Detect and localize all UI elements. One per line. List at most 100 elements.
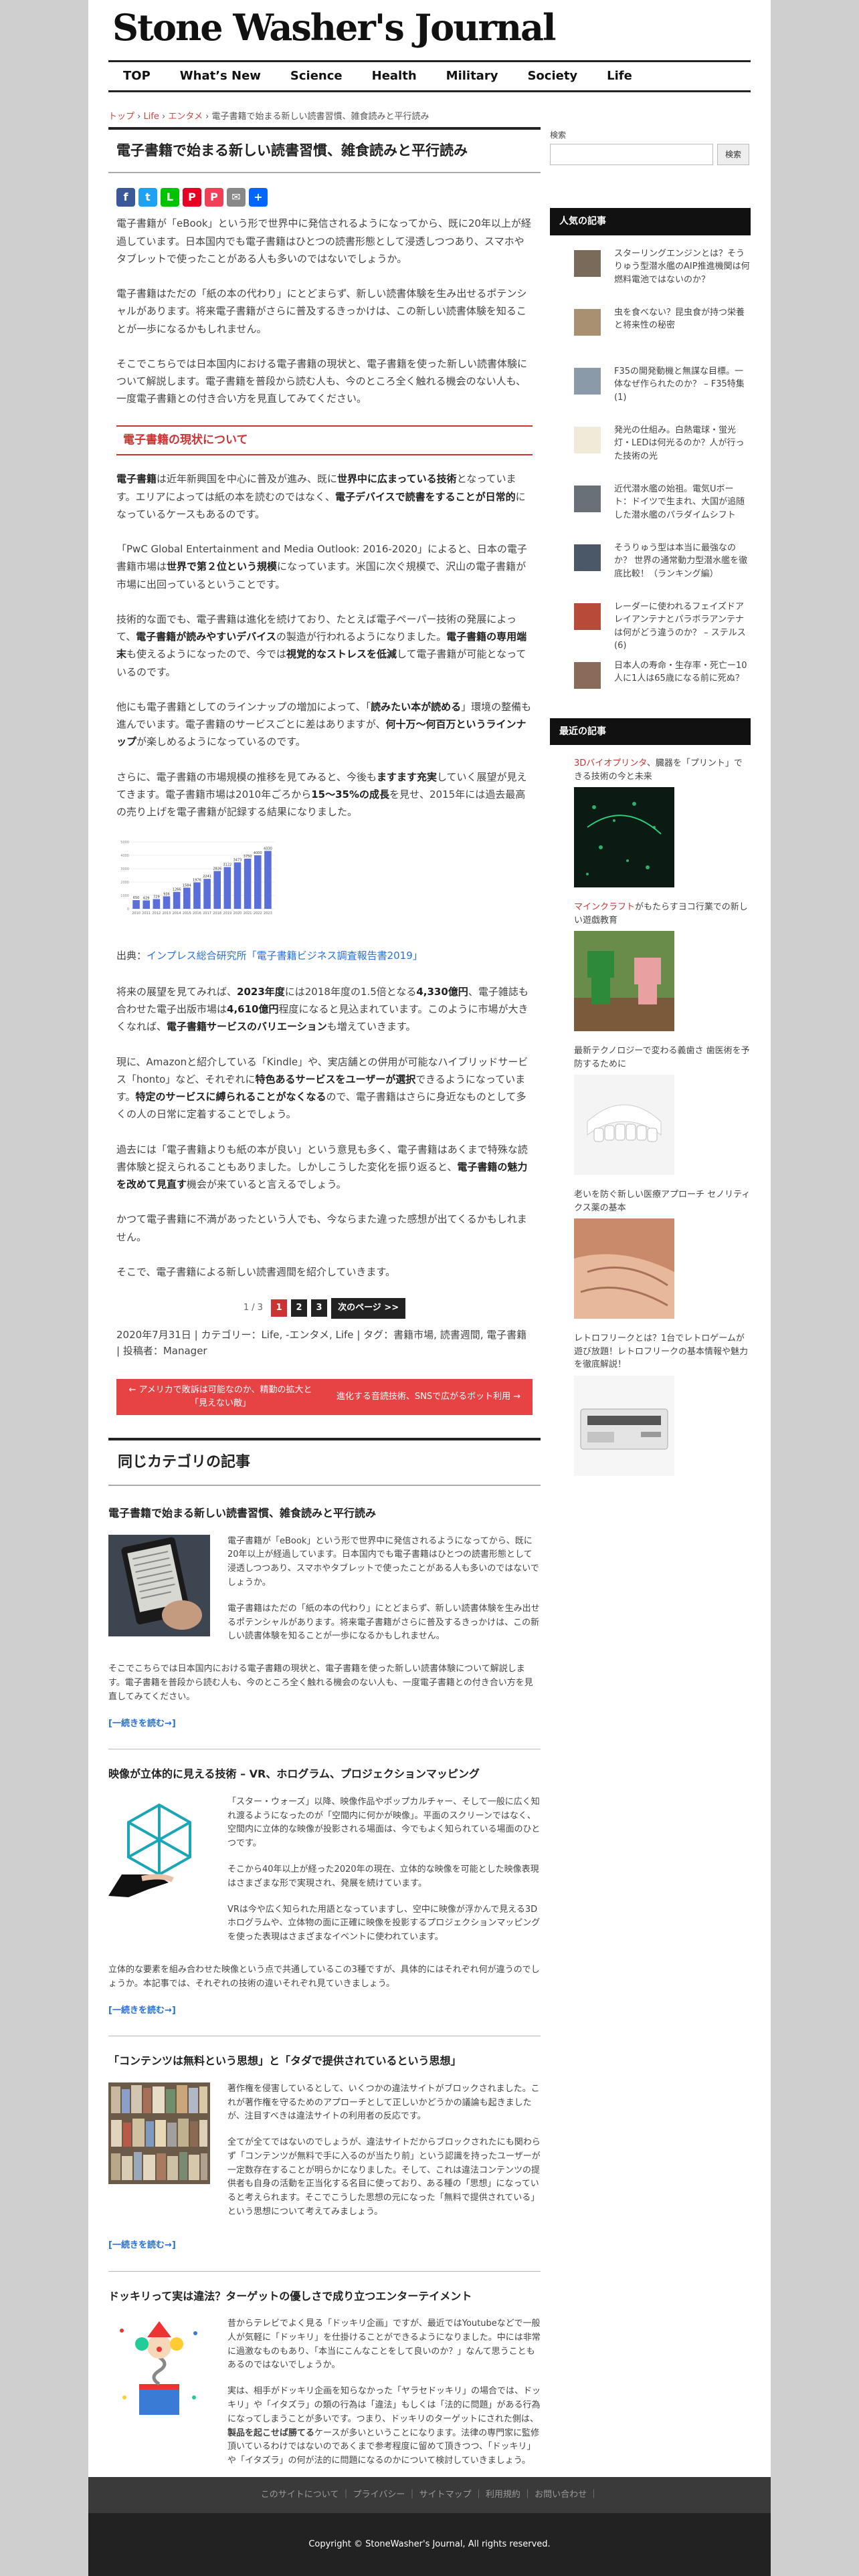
popular-item[interactable]: 虫を食べない？昆虫食が持つ栄養と将来性の秘密 — [550, 306, 751, 349]
more-share-icon[interactable]: + — [249, 188, 268, 207]
footer-links[interactable]: このサイトについて ｜ プライバシー ｜ サイトマップ ｜ 利用規約 ｜ お問い… — [88, 2477, 771, 2513]
facebook-share-icon[interactable]: f — [116, 188, 135, 207]
page-3-button[interactable]: 3 — [311, 1299, 328, 1317]
post-categories[interactable]: カテゴリー：Life, -エンタメ, Life — [201, 1329, 353, 1341]
bioprinter-image[interactable] — [574, 787, 674, 887]
nav-society[interactable]: Society — [512, 62, 592, 90]
chart-data-label: 936 — [163, 893, 170, 897]
popular-item[interactable]: スターリングエンジンとは？そうりゅう型潜水艦のAIP推進機関は何燃料電池ではない… — [550, 247, 751, 290]
popular-item-title[interactable]: スターリングエンジンとは？そうりゅう型潜水艦のAIP推進機関は何燃料電池ではない… — [614, 247, 751, 290]
popular-item[interactable]: 近代潜水艦の始祖。電気Uボート：ドイツで生まれ、大国が追随した潜水艦のパラダイム… — [550, 483, 751, 526]
site-title[interactable]: Stone Washer's Journal — [112, 9, 557, 45]
post-tags[interactable]: タグ：書籍市場, 読書週間, 電子書籍 — [363, 1329, 527, 1341]
recent-item-title[interactable]: 最新テクノロジーで変わる義歯さ 歯医術を予防するために — [574, 1045, 751, 1071]
recent-heading: 最近の記事 — [550, 718, 751, 745]
chart-x-tick: 2020 — [233, 911, 242, 916]
breadcrumb-life[interactable]: Life — [143, 112, 159, 122]
popular-thumbnail[interactable] — [574, 544, 601, 571]
page-info: 1 / 3 — [243, 1303, 264, 1313]
chart-x-tick: 2015 — [183, 911, 191, 916]
next-post-button[interactable]: 進化する音読技術、SNSで広がるボット利用 → — [324, 1378, 533, 1415]
line-share-icon[interactable]: L — [161, 188, 179, 207]
popular-thumbnail[interactable] — [574, 603, 601, 630]
related-article-title[interactable]: 電子書籍で始まる新しい読書習慣、雑食読みと平行読み — [108, 1506, 541, 1521]
popular-thumbnail[interactable] — [574, 367, 601, 395]
chart-x-tick: 2017 — [203, 911, 211, 916]
page-1-button[interactable]: 1 — [271, 1299, 288, 1317]
recent-item-title[interactable]: 3Dバイオプリンタ、臓器を「プリント」できる技術の今と未来 — [574, 757, 751, 783]
related-article-title[interactable]: 「コンテンツは無料という思想」と「タダで提供されているという思想」 — [108, 2054, 541, 2068]
nav-military[interactable]: Military — [432, 62, 513, 90]
nav-whats-new[interactable]: What’s New — [165, 62, 276, 90]
recent-item-title[interactable]: マインクラフトがもたらすヨコ行業での新しい遊戯教育 — [574, 901, 751, 927]
recent-item[interactable]: レトロフリークとは？1台でレトロゲームが遊び放題！レトロフリークの基本情報や魅力… — [574, 1332, 751, 1476]
popular-item[interactable]: 日本人の寿命・生存率・死亡ー10人に1人は65歳になる前に死ぬ？ — [550, 659, 751, 702]
search-input[interactable] — [550, 144, 713, 165]
minecraft-image[interactable] — [574, 931, 674, 1031]
next-page-button[interactable]: 次のページ >> — [331, 1298, 406, 1319]
chart-data-label: 4000 — [254, 851, 262, 855]
nav-science[interactable]: Science — [276, 62, 357, 90]
breadcrumb-entame[interactable]: エンタメ — [168, 112, 203, 122]
nav-life[interactable]: Life — [592, 62, 647, 90]
chart-data-label: 1584 — [183, 884, 191, 888]
popular-item-title[interactable]: 近代潜水艦の始祖。電気Uボート：ドイツで生まれ、大国が追随した潜水艦のパラダイム… — [614, 483, 751, 526]
popular-thumbnail[interactable] — [574, 249, 601, 277]
text: も増えていきます。 — [326, 1021, 416, 1033]
source-link[interactable]: インプレス総合研究所「電子書籍ビジネス調査報告書2019」 — [147, 950, 423, 962]
chart-x-tick: 2012 — [152, 911, 161, 916]
popular-item-title[interactable]: 発光の仕組み。白熱電球・蛍光灯・LEDは何光るのか？人が行った技術の光 — [614, 424, 751, 467]
paragraph-6: 技術的な面でも、電子書籍は進化を続けており、たとえば電子ペーパー技術の発展によっ… — [116, 611, 533, 681]
read-more-link[interactable]: [一続きを読む→] — [108, 1717, 541, 1732]
paragraph-12: かつて電子書籍に不満があったという人でも、今ならまた違った感想が出てくるかもしれ… — [116, 1213, 527, 1243]
nav-top[interactable]: TOP — [108, 62, 165, 90]
dentures-image[interactable] — [574, 1075, 674, 1175]
popular-thumbnail[interactable] — [574, 308, 601, 336]
recent-item-title[interactable]: レトロフリークとは？1台でレトロゲームが遊び放題！レトロフリークの基本情報や魅力… — [574, 1332, 751, 1372]
chart-x-tick: 2022 — [254, 911, 262, 916]
recent-item[interactable]: 老いを防ぐ新しい医療アプローチ セノリティクス薬の基本 — [574, 1188, 751, 1319]
search-button[interactable]: 検索 — [717, 144, 749, 165]
twitter-share-icon[interactable]: t — [138, 188, 157, 207]
chart-y-tick: 2000 — [120, 881, 129, 885]
popular-item[interactable]: そうりゅう型は本当に最強なのか？ 世界の通常動力型潜水艦を徹底比較！（ランキング… — [550, 542, 751, 584]
page-2-button[interactable]: 2 — [291, 1299, 308, 1317]
recent-item-title[interactable]: 老いを防ぐ新しい医療アプローチ セノリティクス薬の基本 — [574, 1188, 751, 1214]
post-author: 投稿者：Manager — [122, 1344, 207, 1357]
popular-thumbnail[interactable] — [574, 426, 601, 453]
popular-item[interactable]: 発光の仕組み。白熱電球・蛍光灯・LEDは何光るのか？人が行った技術の光 — [550, 424, 751, 467]
popular-item-title[interactable]: そうりゅう型は本当に最強なのか？ 世界の通常動力型潜水艦を徹底比較！（ランキング… — [614, 542, 751, 584]
nav-health[interactable]: Health — [357, 62, 432, 90]
bookshelf-image[interactable] — [108, 2082, 210, 2184]
hologram-image[interactable] — [108, 1795, 210, 1897]
recent-item[interactable]: 3Dバイオプリンタ、臓器を「プリント」できる技術の今と未来 — [574, 757, 751, 887]
popular-heading: 人気の記事 — [550, 208, 751, 235]
paragraph-intro-2: 電子書籍はただの「紙の本の代わり」にとどまらず、新しい読書体験を生み出せるポテン… — [116, 288, 527, 335]
retro-console-image[interactable] — [574, 1375, 674, 1476]
jack-in-the-box-image[interactable] — [108, 2317, 210, 2420]
related-article-title[interactable]: 映像が立体的に見える技術 – VR、ホログラム、プロジェクションマッピング — [108, 1767, 541, 1782]
popular-thumbnail[interactable] — [574, 485, 601, 512]
related-heading: 同じカテゴリの記事 — [108, 1437, 541, 1487]
popular-item-title[interactable]: レーダーに使われるフェイズドアレイアンテナとパラボラアンテナは何がどう違うのか？… — [614, 601, 751, 651]
popular-item-title[interactable]: 日本人の寿命・生存率・死亡ー10人に1人は65歳になる前に死ぬ？ — [614, 659, 751, 702]
read-more-link[interactable]: [一続きを読む→] — [108, 2238, 541, 2254]
popular-item[interactable]: レーダーに使われるフェイズドアレイアンテナとパラボラアンテナは何がどう違うのか？… — [550, 601, 751, 651]
email-share-icon[interactable]: ✉ — [227, 188, 246, 207]
related-excerpt: 昔からテレビでよく見る「ドッキリ企画」ですが、最近ではYoutubeなどで一般人… — [227, 2319, 541, 2371]
prev-post-button[interactable]: ← アメリカで敗訴は可能なのか、精勤の拡大と「見えない敵」 — [116, 1378, 324, 1415]
ebook-reader-image[interactable] — [108, 1534, 210, 1636]
popular-item-title[interactable]: 虫を食べない？昆虫食が持つ栄養と将来性の秘密 — [614, 306, 751, 349]
recent-item[interactable]: 最新テクノロジーで変わる義歯さ 歯医術を予防するために — [574, 1045, 751, 1175]
chart-y-tick: 3000 — [120, 867, 129, 871]
pinterest-share-icon[interactable]: P — [183, 188, 201, 207]
pocket-share-icon[interactable]: P — [205, 188, 223, 207]
popular-item[interactable]: F35の開発動機と無謀な目標。一体なぜ作られたのか？ – F35特集(1) — [550, 365, 751, 408]
popular-thumbnail[interactable] — [574, 661, 601, 689]
popular-item-title[interactable]: F35の開発動機と無謀な目標。一体なぜ作られたのか？ – F35特集(1) — [614, 365, 751, 408]
read-more-link[interactable]: [一続きを読む→] — [108, 2004, 541, 2019]
breadcrumb-home[interactable]: トップ — [108, 112, 134, 122]
recent-item[interactable]: マインクラフトがもたらすヨコ行業での新しい遊戯教育 — [574, 901, 751, 1031]
elderly-hands-image[interactable] — [574, 1218, 674, 1319]
related-article-title[interactable]: ドッキリって実は違法？ターゲットの優しさで成り立つエンターテイメント — [108, 2289, 541, 2304]
